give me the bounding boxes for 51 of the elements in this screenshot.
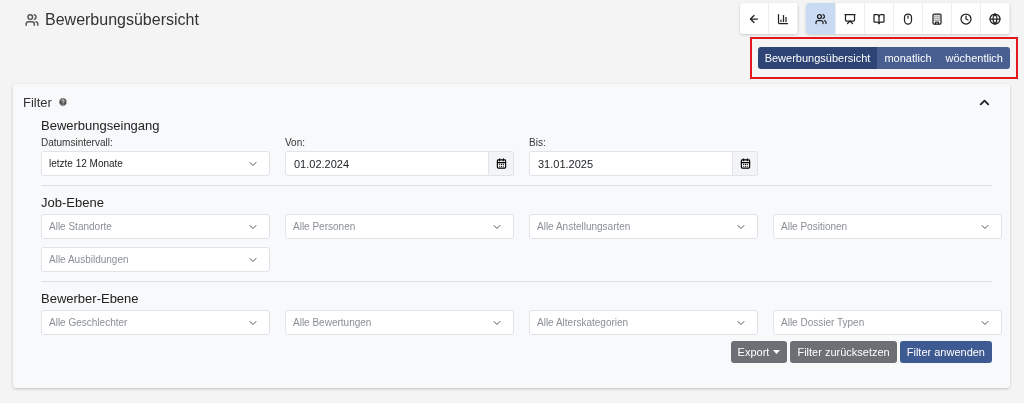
calendar-icon <box>495 158 507 169</box>
field-label: Von: <box>285 137 307 148</box>
filter-title: Filter <box>23 94 52 110</box>
select-field[interactable]: Alle Anstellungsarten <box>529 214 758 239</box>
select-field[interactable]: Alle Geschlechter <box>41 310 270 335</box>
section-heading: Bewerber-Ebene <box>41 291 140 306</box>
apply-button[interactable]: Filter anwenden <box>899 341 992 363</box>
back-arrow-icon <box>748 12 760 25</box>
calendar-button[interactable] <box>733 151 758 176</box>
building-icon <box>931 12 943 25</box>
field-label: Datumsintervall: <box>41 137 114 148</box>
view-tab[interactable]: Bewerbungsübersicht <box>757 47 878 69</box>
field-label: Bis: <box>529 137 547 148</box>
section-heading: Bewerbungseingang <box>41 118 161 133</box>
users-icon <box>814 12 827 25</box>
date-field[interactable]: 31.01.2025 <box>529 151 733 176</box>
calendar-icon <box>739 158 751 169</box>
view-tab[interactable]: wöchentlich <box>938 47 1010 69</box>
toolbar-button[interactable] <box>836 3 865 34</box>
date-field[interactable]: 01.02.2024 <box>285 151 489 176</box>
users-icon <box>25 13 39 27</box>
presentation-icon <box>844 12 856 25</box>
caret-icon <box>773 350 781 354</box>
globe-icon <box>989 12 1001 25</box>
bar-chart-icon <box>777 12 789 25</box>
toolbar-button[interactable] <box>769 3 798 34</box>
toolbar-button[interactable] <box>923 3 952 34</box>
select-field[interactable]: Alle Bewertungen <box>285 310 514 335</box>
toolbar-button[interactable] <box>894 3 923 34</box>
clock-icon <box>960 12 972 25</box>
page-title: Bewerbungsübersicht <box>45 11 199 29</box>
toolbar-button[interactable] <box>981 3 1010 34</box>
help-icon <box>57 97 68 107</box>
select-field[interactable]: Alle Standorte <box>41 214 270 239</box>
view-tab[interactable]: monatlich <box>877 47 939 69</box>
calendar-button[interactable] <box>489 151 514 176</box>
section-heading: Job-Ebene <box>41 195 105 210</box>
select-field[interactable]: Alle Personen <box>285 214 514 239</box>
select-field[interactable]: Alle Dossier Typen <box>773 310 1002 335</box>
toolbar-button[interactable] <box>952 3 981 34</box>
mouse-icon <box>902 12 914 25</box>
book-icon <box>873 12 885 25</box>
toolbar-button[interactable] <box>865 3 894 34</box>
toolbar-button[interactable] <box>806 3 836 34</box>
select-field[interactable]: letzte 12 Monate <box>41 151 270 176</box>
reset-button[interactable]: Filter zurücksetzen <box>790 341 897 363</box>
select-field[interactable]: Alle Alterskategorien <box>529 310 758 335</box>
export-button[interactable]: Export <box>730 341 788 363</box>
select-field[interactable]: Alle Positionen <box>773 214 1002 239</box>
select-field[interactable]: Alle Ausbildungen <box>41 247 270 272</box>
toolbar-button[interactable] <box>740 3 769 34</box>
